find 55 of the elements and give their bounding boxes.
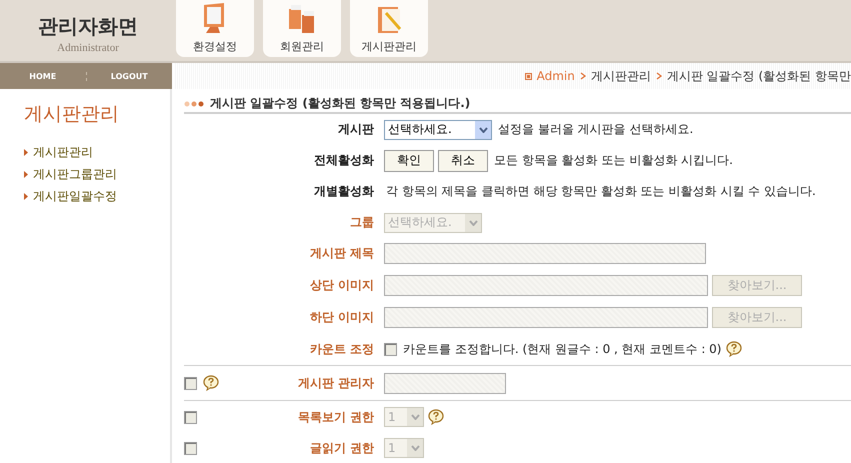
toggle-checkbox[interactable] [184,410,197,424]
field-label[interactable]: 카운트 조정 [310,340,374,358]
caret-icon [410,414,420,420]
field-label[interactable]: 상단 이미지 [310,276,374,294]
checkbox[interactable] [384,342,397,356]
action-button[interactable]: 취소 [438,150,488,172]
help-icon[interactable] [203,375,220,391]
bullet-icon [24,148,28,156]
menu-tab[interactable]: 회원관리 [263,0,341,57]
hint-text: 설정을 불러올 게시판을 선택하세요. [498,121,694,138]
sidebar-item[interactable]: 게시판관리 [24,141,170,163]
breadcrumb-link[interactable]: Admin [536,69,575,84]
field-label[interactable]: 게시판 제목 [310,245,374,262]
chevron-icon [580,72,586,80]
field-label[interactable]: 게시판 [338,121,374,138]
menu-tab[interactable]: 환경설정 [176,0,254,57]
logo-subtitle: Administrator [57,42,119,54]
bullet-icon [24,170,28,178]
caret-icon [410,445,420,451]
input-field[interactable] [384,243,706,264]
nav-link[interactable]: LOGOUT [86,72,172,81]
nav-link[interactable]: HOME [0,72,86,81]
file-field[interactable] [384,274,708,296]
sidebar-item[interactable]: 게시판일괄수정 [24,185,170,207]
section-title: 게시판 일괄수정 (활성화된 항목만 적용됩니다.) [210,95,470,112]
logo-title: 관리자화면 [38,13,138,40]
field-label[interactable]: 개별활성화 [314,183,374,200]
bullet-icon [24,192,28,200]
caret-icon [468,220,478,226]
input-field[interactable] [384,372,506,394]
bullet-icon [524,72,532,80]
help-icon[interactable] [726,341,742,357]
checkbox-label: 카운트를 조정합니다. (현재 원글수 : 0 , 현재 코멘트수 : 0) [403,340,722,358]
toggle-checkbox[interactable] [184,376,197,390]
menu-tab[interactable]: 게시판관리 [350,0,428,57]
action-button[interactable]: 확인 [384,150,434,172]
hint-text: 각 항목의 제목을 클릭하면 해당 항목만 활성화 또는 비활성화 시킬 수 있습니다. [386,183,816,200]
breadcrumb-text: 게시판관리 [590,68,651,85]
hint-text: 모든 항목을 활성화 또는 비활성화 시킵니다. [494,152,733,169]
help-icon[interactable] [428,409,445,425]
caret-icon [478,126,488,132]
field-label[interactable]: 하단 이미지 [310,308,374,326]
file-field[interactable] [384,306,708,328]
field-label[interactable]: 게시판 관리자 [298,374,374,392]
field-label[interactable]: 글읽기 권한 [310,440,374,456]
sidebar-item[interactable]: 게시판그룹관리 [24,163,170,185]
chevron-icon [656,72,662,80]
field-label[interactable]: 전체활성화 [314,152,374,169]
breadcrumb-text: 게시판 일괄수정 (활성화된 항목만 [666,68,851,85]
sidebar-title: 게시판관리 [24,102,120,127]
field-label[interactable]: 목록보기 권한 [298,408,374,426]
field-label[interactable]: 그룹 [350,214,374,231]
toggle-checkbox[interactable] [184,442,197,454]
dots-icon [184,100,204,106]
board-select[interactable]: 선택하세요. [384,120,492,140]
